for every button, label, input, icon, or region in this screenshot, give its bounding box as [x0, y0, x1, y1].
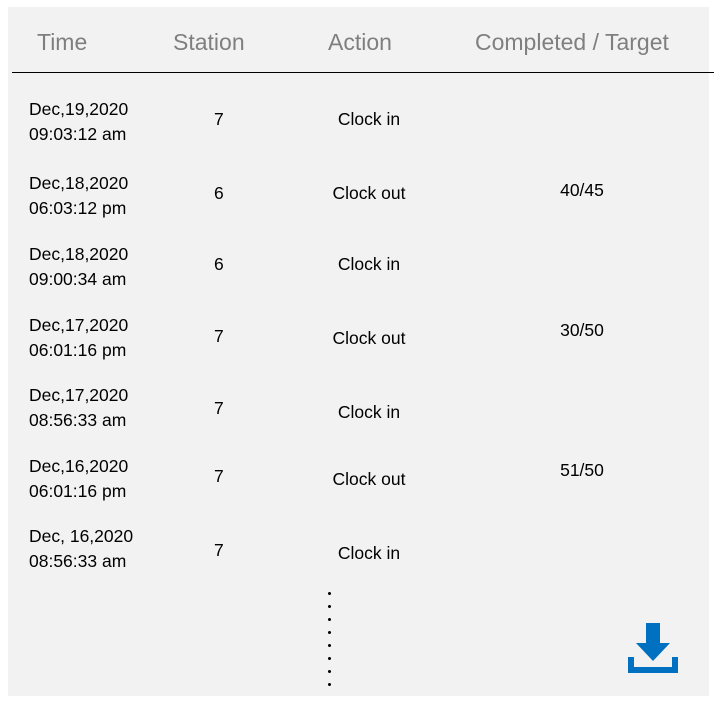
completed-target-cell: 30/50 [560, 320, 604, 340]
time-cell: Dec,18,2020 06:03:12 pm [29, 171, 128, 221]
action-cell: Clock in [337, 109, 401, 129]
time-cell: Dec,17,2020 06:01:16 pm [29, 313, 128, 363]
station-cell: 7 [214, 398, 224, 418]
table-row: Dec,17,2020 06:01:16 pm 7 Clock out 30/5… [8, 313, 709, 373]
action-cell: Clock out [332, 183, 406, 203]
date-text: Dec,18,2020 [29, 173, 129, 193]
attendance-log-panel: Time Station Action Completed / Target D… [8, 7, 714, 696]
station-cell: 7 [214, 109, 224, 129]
column-header-station: Station [173, 29, 245, 55]
column-header-time: Time [37, 29, 88, 55]
column-header-completed-target: Completed / Target [475, 29, 669, 55]
time-cell: Dec,19,2020 09:03:12 am [29, 97, 128, 147]
completed-target-cell: 51/50 [560, 460, 604, 480]
more-rows-vertical-ellipsis-icon [327, 592, 333, 692]
action-cell: Clock in [337, 402, 401, 422]
time-cell: Dec,16,2020 06:01:16 pm [29, 454, 128, 504]
clock-text: 08:56:33 am [29, 410, 127, 430]
clock-text: 06:01:16 pm [29, 340, 127, 360]
download-button[interactable] [628, 623, 678, 675]
action-cell: Clock in [337, 543, 401, 563]
table-row: Dec,17,2020 08:56:33 am 7 Clock in [8, 383, 709, 443]
clock-text: 06:01:16 pm [29, 481, 127, 501]
date-text: Dec,16,2020 [29, 456, 129, 476]
time-cell: Dec, 16,2020 08:56:33 am [29, 524, 133, 574]
header-divider [12, 72, 714, 73]
clock-text: 08:56:33 am [29, 551, 127, 571]
table-row: Dec, 16,2020 08:56:33 am 7 Clock in [8, 524, 709, 584]
date-text: Dec, 16,2020 [29, 526, 134, 546]
table-row: Dec,18,2020 09:00:34 am 6 Clock in [8, 242, 709, 302]
station-cell: 7 [214, 326, 224, 346]
time-cell: Dec,18,2020 09:00:34 am [29, 242, 128, 292]
action-cell: Clock out [332, 469, 406, 489]
table-row: Dec,19,2020 09:03:12 am 7 Clock in [8, 97, 709, 157]
action-cell: Clock out [332, 328, 406, 348]
action-cell: Clock in [337, 254, 401, 274]
completed-target-cell: 40/45 [560, 180, 604, 200]
table-header: Time Station Action Completed / Target [8, 7, 709, 73]
table-row: Dec,18,2020 06:03:12 pm 6 Clock out 40/4… [8, 171, 709, 231]
station-cell: 6 [214, 254, 224, 274]
date-text: Dec,19,2020 [29, 99, 129, 119]
date-text: Dec,17,2020 [29, 385, 129, 405]
station-cell: 6 [214, 183, 224, 203]
column-header-action: Action [328, 29, 392, 55]
clock-text: 09:00:34 am [29, 269, 127, 289]
table-row: Dec,16,2020 06:01:16 pm 7 Clock out 51/5… [8, 454, 709, 514]
clock-text: 09:03:12 am [29, 124, 127, 144]
download-icon [628, 623, 678, 673]
date-text: Dec,18,2020 [29, 244, 129, 264]
date-text: Dec,17,2020 [29, 315, 129, 335]
clock-text: 06:03:12 pm [29, 198, 127, 218]
time-cell: Dec,17,2020 08:56:33 am [29, 383, 128, 433]
station-cell: 7 [214, 466, 224, 486]
station-cell: 7 [214, 540, 224, 560]
